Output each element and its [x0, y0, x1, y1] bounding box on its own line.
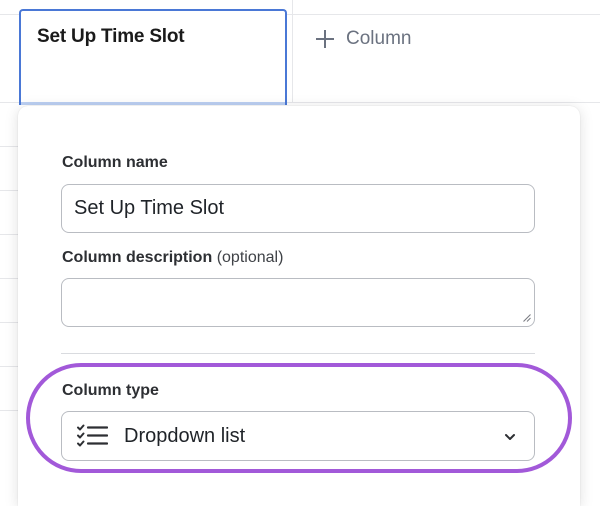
column-description-label-text: Column description	[62, 249, 213, 266]
section-divider	[61, 353, 535, 354]
grid-line	[0, 410, 20, 411]
chevron-down-icon	[505, 434, 515, 440]
grid-line	[292, 0, 293, 102]
grid-line	[0, 234, 20, 235]
grid-line	[0, 366, 20, 367]
column-header-title: Set Up Time Slot	[37, 26, 185, 47]
column-type-label: Column type	[62, 382, 159, 399]
add-column-button[interactable]: Column	[314, 28, 411, 50]
plus-icon	[314, 28, 336, 50]
optional-hint: (optional)	[216, 249, 284, 266]
column-name-input[interactable]	[61, 184, 535, 233]
column-name-label: Column name	[62, 154, 168, 171]
grid-line	[0, 146, 20, 147]
column-description-label: Column description (optional)	[62, 249, 283, 267]
column-header-underline	[21, 102, 285, 105]
grid-line	[0, 190, 20, 191]
column-type-select[interactable]: Dropdown list	[61, 411, 535, 461]
column-settings-panel: Column name Column description (optional…	[18, 106, 580, 506]
column-description-input[interactable]	[61, 278, 535, 327]
grid-line	[0, 278, 20, 279]
grid-line	[0, 322, 20, 323]
column-type-value: Dropdown list	[124, 424, 246, 447]
column-header-cell[interactable]: Set Up Time Slot	[19, 9, 287, 105]
add-column-label: Column	[346, 28, 412, 49]
checklist-icon	[77, 424, 108, 447]
